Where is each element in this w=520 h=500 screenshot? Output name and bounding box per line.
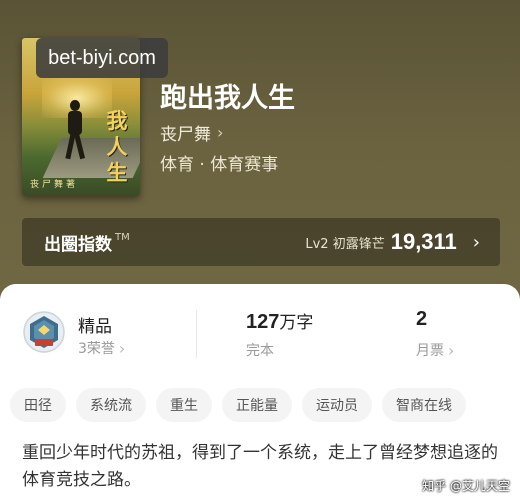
index-level: Lv2 初露锋芒 [305, 236, 385, 252]
book-category: 体育 · 体育赛事 [160, 155, 279, 175]
index-value: 19,311 [390, 229, 457, 254]
word-count: 127万字 [246, 311, 314, 333]
source-credit: 知乎 @艾儿天空 [422, 479, 510, 493]
monthly-ticket-label: 月票 [416, 343, 444, 359]
book-info-panel: 精品 3荣誉 › 127万字 完本 2 月票 › 田径 系统流 重生 正能量 运… [0, 284, 520, 500]
tag-chip[interactable]: 田径 [10, 388, 66, 422]
book-title: 跑出我人生 [160, 83, 295, 114]
tag-chip[interactable]: 系统流 [76, 388, 146, 422]
book-header: 我 人 生 丧尸舞著 bet-biyi.com 跑出我人生 丧尸舞 › 体育 ·… [0, 0, 520, 290]
chevron-right-icon: › [118, 338, 126, 358]
monthly-ticket-link[interactable]: 月票 › [416, 340, 454, 360]
honors-count: 3荣誉 [78, 341, 115, 357]
chevron-right-icon: › [448, 340, 455, 360]
tag-chip[interactable]: 正能量 [222, 388, 292, 422]
tag-chip[interactable]: 智商在线 [382, 388, 466, 422]
cover-title-art: 我 人 生 [106, 108, 128, 185]
completion-status: 完本 [246, 343, 274, 359]
chevron-right-icon: › [472, 231, 480, 253]
chevron-right-icon: › [217, 123, 224, 142]
divider [196, 310, 197, 358]
honors-link[interactable]: 3荣誉 › [78, 338, 125, 358]
runner-figure-icon [64, 100, 86, 160]
index-label: 出圈指数 [44, 234, 112, 255]
popularity-index-bar[interactable]: 出圈指数 TM Lv2 初露锋芒 19,311 › [22, 218, 500, 266]
tag-chip[interactable]: 运动员 [302, 388, 372, 422]
author-name: 丧尸舞 [160, 125, 211, 145]
tag-list: 田径 系统流 重生 正能量 运动员 智商在线 [10, 388, 520, 422]
quality-badge-icon [23, 311, 65, 353]
trademark-mark: TM [115, 232, 130, 243]
author-link[interactable]: 丧尸舞 › [160, 120, 223, 145]
quality-title: 精品 [78, 317, 112, 337]
cover-author-art: 丧尸舞著 [30, 180, 79, 190]
watermark-overlay: bet-biyi.com [36, 38, 168, 78]
tag-chip[interactable]: 重生 [156, 388, 212, 422]
monthly-ticket-count: 2 [416, 308, 428, 330]
